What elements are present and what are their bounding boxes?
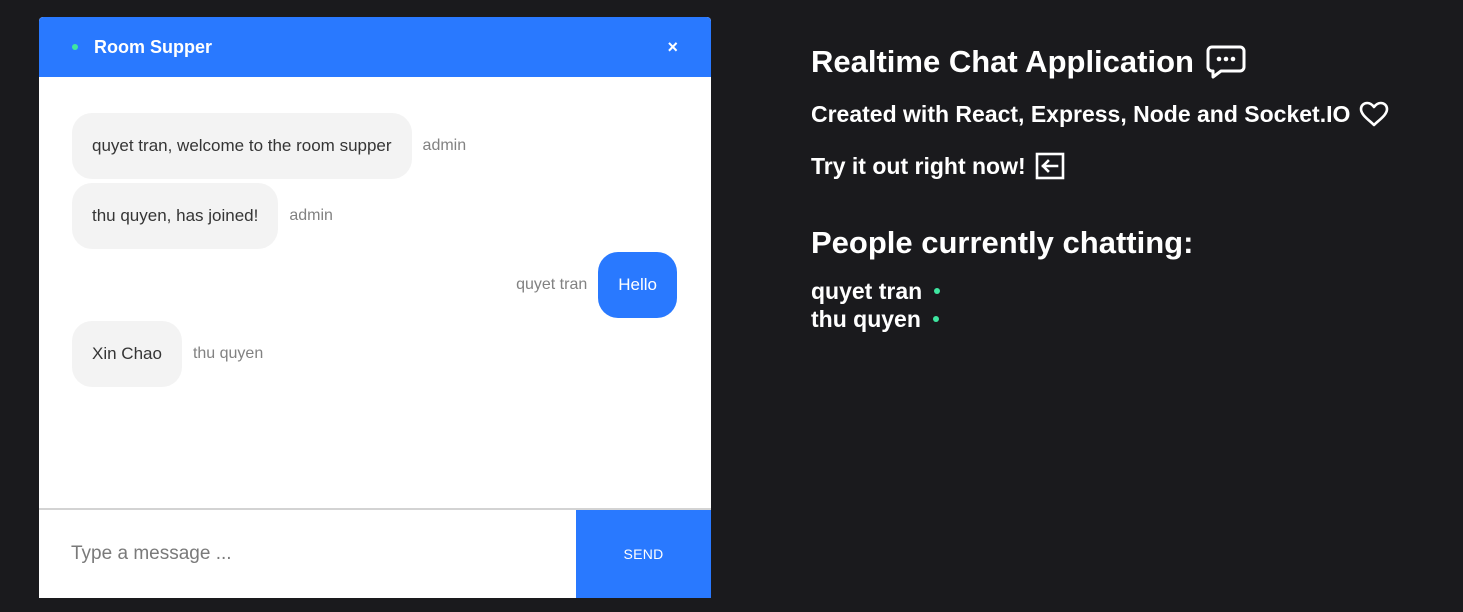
message-item: quyet tran Hello bbox=[516, 252, 677, 318]
try-it-row: Try it out right now! bbox=[811, 151, 1389, 181]
online-status-icon bbox=[72, 44, 78, 50]
room-name: Room Supper bbox=[94, 36, 213, 57]
chat-bubble-icon bbox=[1206, 44, 1246, 80]
message-sender: quyet tran bbox=[516, 276, 588, 293]
people-title: People currently chatting: bbox=[811, 225, 1194, 260]
message-item: quyet tran, welcome to the room supper a… bbox=[72, 113, 466, 179]
message-sender: thu quyen bbox=[192, 345, 264, 362]
person-item: thu quyen bbox=[811, 305, 1389, 333]
send-button[interactable]: SEND bbox=[576, 510, 711, 598]
message-bubble: Xin Chao bbox=[72, 321, 182, 387]
message-composer: SEND bbox=[39, 508, 711, 598]
online-status-icon bbox=[932, 316, 939, 322]
message-sender: admin bbox=[422, 137, 467, 154]
app-title-row: Realtime Chat Application bbox=[811, 42, 1389, 82]
heart-icon bbox=[1359, 101, 1389, 127]
chat-header: Room Supper × bbox=[39, 17, 711, 77]
message-list: quyet tran, welcome to the room supper a… bbox=[39, 77, 711, 508]
person-name: quyet tran bbox=[811, 277, 923, 304]
people-list: quyet tran thu quyen bbox=[811, 277, 1389, 333]
message-input[interactable] bbox=[39, 510, 576, 598]
online-status-icon bbox=[934, 288, 941, 294]
close-icon[interactable]: × bbox=[667, 38, 678, 56]
try-it-text: Try it out right now! bbox=[811, 152, 1026, 179]
message-bubble: thu quyen, has joined! bbox=[72, 183, 279, 249]
chat-panel: Room Supper × quyet tran, welcome to the… bbox=[39, 17, 711, 598]
message-sender: admin bbox=[289, 207, 333, 224]
person-name: thu quyen bbox=[811, 305, 921, 332]
app-title: Realtime Chat Application bbox=[811, 44, 1194, 79]
app-subtitle: Created with React, Express, Node and So… bbox=[811, 100, 1351, 127]
arrow-left-box-icon bbox=[1035, 152, 1065, 180]
message-item: thu quyen, has joined! admin bbox=[72, 183, 333, 249]
message-item: Xin Chao thu quyen bbox=[72, 321, 263, 387]
message-bubble: quyet tran, welcome to the room supper bbox=[72, 113, 412, 179]
message-bubble: Hello bbox=[598, 252, 677, 318]
info-panel: Realtime Chat Application Created with R… bbox=[811, 42, 1389, 333]
app-subtitle-row: Created with React, Express, Node and So… bbox=[811, 99, 1389, 129]
page: Room Supper × quyet tran, welcome to the… bbox=[0, 0, 1463, 612]
person-item: quyet tran bbox=[811, 277, 1389, 305]
